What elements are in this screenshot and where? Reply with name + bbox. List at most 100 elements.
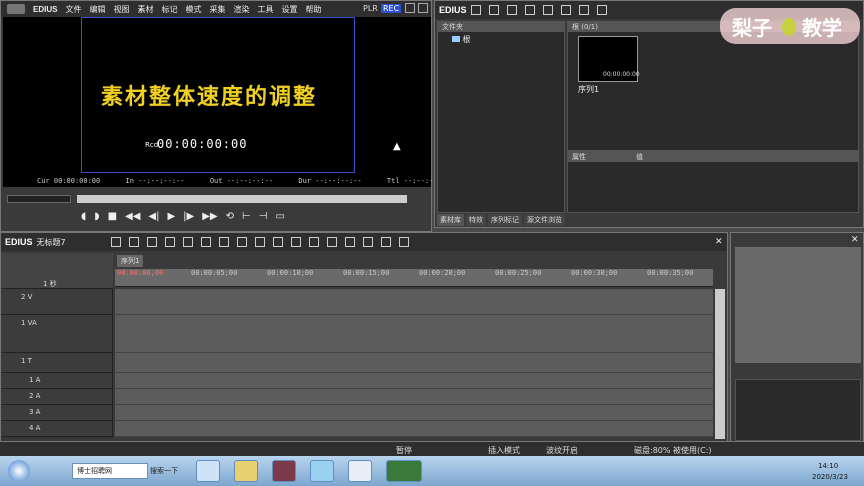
paste-icon[interactable] bbox=[236, 237, 247, 247]
mixer-icon[interactable] bbox=[362, 237, 373, 247]
render-icon[interactable] bbox=[380, 237, 391, 247]
minimize-button[interactable] bbox=[405, 3, 415, 13]
track-header[interactable]: 4 A bbox=[1, 421, 113, 437]
mark-in-button[interactable]: ◖ bbox=[81, 211, 86, 222]
windows-start-icon[interactable] bbox=[8, 460, 30, 482]
tab-seq-markers[interactable]: 序列标记 bbox=[488, 214, 522, 226]
open-project-icon[interactable] bbox=[128, 237, 139, 247]
browser-tab[interactable]: 博士招聘网 bbox=[72, 463, 148, 479]
browser-icon[interactable] bbox=[310, 460, 334, 482]
folder-icon bbox=[452, 36, 460, 42]
clock-date[interactable]: 2020/3/23 bbox=[812, 473, 848, 481]
track-header[interactable]: 2 V bbox=[1, 289, 113, 315]
copy-icon[interactable] bbox=[218, 237, 229, 247]
menu-clip[interactable]: 素材 bbox=[137, 4, 153, 15]
root-folder-item[interactable]: 根 bbox=[438, 32, 564, 47]
menu-capture[interactable]: 采集 bbox=[209, 4, 225, 15]
copy-icon[interactable] bbox=[578, 5, 589, 15]
overwrite-to-timeline-button[interactable]: ⊣ bbox=[259, 211, 268, 222]
play-button[interactable]: ▶ bbox=[167, 211, 175, 222]
track-lane[interactable] bbox=[115, 373, 713, 389]
ruler-tick: 00:00:35;00 bbox=[647, 269, 694, 277]
fast-forward-button[interactable]: ▶▶ bbox=[202, 211, 217, 222]
delete-icon[interactable] bbox=[254, 237, 265, 247]
rewind-button[interactable]: ◀◀ bbox=[125, 211, 140, 222]
clock-time[interactable]: 14:10 bbox=[818, 462, 838, 470]
track-header[interactable]: 2 A bbox=[1, 389, 113, 405]
timeline-close-button[interactable]: ✕ bbox=[715, 237, 723, 247]
mark-out-button[interactable]: ◗ bbox=[94, 211, 99, 222]
dur-value: --:--:--:-- bbox=[315, 177, 362, 185]
step-forward-button[interactable]: |▶ bbox=[183, 211, 194, 222]
paste-icon[interactable] bbox=[596, 5, 607, 15]
new-sequence-icon[interactable] bbox=[110, 237, 121, 247]
menu-settings[interactable]: 设置 bbox=[281, 4, 297, 15]
timeline-ruler[interactable]: 00:00:00;00 00:00:05;00 00:00:10;00 00:0… bbox=[115, 269, 713, 287]
track-header[interactable]: 3 A bbox=[1, 405, 113, 421]
menu-file[interactable]: 文件 bbox=[65, 4, 81, 15]
tab-source-browser[interactable]: 源文件浏览 bbox=[524, 214, 565, 226]
track-lane[interactable] bbox=[115, 389, 713, 405]
menu-marker[interactable]: 标记 bbox=[161, 4, 177, 15]
track-header[interactable]: 1 A bbox=[1, 373, 113, 389]
menu-tools[interactable]: 工具 bbox=[257, 4, 273, 15]
plr-button[interactable]: PLR bbox=[363, 4, 378, 13]
add-clip-icon[interactable] bbox=[524, 5, 535, 15]
vertical-scrollbar[interactable] bbox=[715, 289, 725, 439]
close-button[interactable] bbox=[418, 3, 428, 13]
status-disk: 磁盘:80% 被使用(C:) bbox=[634, 446, 712, 455]
menu-view[interactable]: 视图 bbox=[113, 4, 129, 15]
edius-taskbar-icon[interactable] bbox=[386, 460, 422, 482]
header-controls: 1 秒 bbox=[1, 253, 113, 289]
explorer-icon[interactable] bbox=[234, 460, 258, 482]
sequence-tab[interactable]: 序列1 bbox=[117, 255, 144, 267]
track-lane[interactable] bbox=[115, 353, 713, 373]
info-close-button[interactable]: ✕ bbox=[851, 235, 859, 245]
cut-icon[interactable] bbox=[200, 237, 211, 247]
search-icon[interactable] bbox=[488, 5, 499, 15]
track-lane[interactable] bbox=[115, 405, 713, 421]
track-lane[interactable] bbox=[115, 289, 713, 315]
clip-thumbnail[interactable]: 00:00:00:00 bbox=[578, 36, 640, 82]
marker-icon[interactable] bbox=[308, 237, 319, 247]
title-icon[interactable] bbox=[326, 237, 337, 247]
track-name: 3 A bbox=[29, 408, 41, 416]
ie-icon[interactable] bbox=[196, 460, 220, 482]
menu-render[interactable]: 渲染 bbox=[233, 4, 249, 15]
scale-value[interactable]: 1 秒 bbox=[43, 279, 57, 289]
media-icon[interactable] bbox=[272, 460, 296, 482]
tab-bin[interactable]: 素材库 bbox=[437, 214, 464, 226]
up-folder-icon[interactable] bbox=[506, 5, 517, 15]
stop-button[interactable]: ■ bbox=[108, 211, 117, 222]
preview-monitor: 素材整体速度的调整 Rcd 00:00:00:00 ▲ bbox=[3, 17, 431, 187]
title-icon[interactable] bbox=[542, 5, 553, 15]
rec-button[interactable]: REC bbox=[381, 4, 402, 13]
folder-icon[interactable] bbox=[470, 5, 481, 15]
ttl-label: Ttl bbox=[386, 177, 400, 185]
menu-edit[interactable]: 编辑 bbox=[89, 4, 105, 15]
clip-name: 序列1 bbox=[578, 85, 600, 94]
ripple-delete-icon[interactable] bbox=[272, 237, 283, 247]
cut-icon[interactable] bbox=[560, 5, 571, 15]
save-project-icon[interactable] bbox=[146, 237, 157, 247]
track-header[interactable]: 1 VA bbox=[1, 315, 113, 353]
playback-scrubber[interactable] bbox=[77, 195, 407, 203]
redo-icon[interactable] bbox=[182, 237, 193, 247]
wps-icon[interactable] bbox=[348, 460, 372, 482]
track-lane[interactable] bbox=[115, 315, 713, 353]
search-button[interactable]: 搜索一下 bbox=[150, 466, 178, 476]
undo-icon[interactable] bbox=[164, 237, 175, 247]
jog-slider[interactable] bbox=[7, 195, 71, 203]
add-cut-icon[interactable] bbox=[290, 237, 301, 247]
tab-effects[interactable]: 特效 bbox=[466, 214, 486, 226]
step-back-button[interactable]: ◀| bbox=[148, 211, 159, 222]
export-button[interactable]: ▭ bbox=[275, 211, 284, 222]
layout-icon[interactable] bbox=[398, 237, 409, 247]
menu-mode[interactable]: 模式 bbox=[185, 4, 201, 15]
track-lane[interactable] bbox=[115, 421, 713, 437]
menu-help[interactable]: 帮助 bbox=[305, 4, 321, 15]
microphone-icon[interactable] bbox=[344, 237, 355, 247]
insert-to-timeline-button[interactable]: ⊢ bbox=[242, 211, 251, 222]
track-header[interactable]: 1 T bbox=[1, 353, 113, 373]
loop-button[interactable]: ⟲ bbox=[226, 211, 234, 222]
